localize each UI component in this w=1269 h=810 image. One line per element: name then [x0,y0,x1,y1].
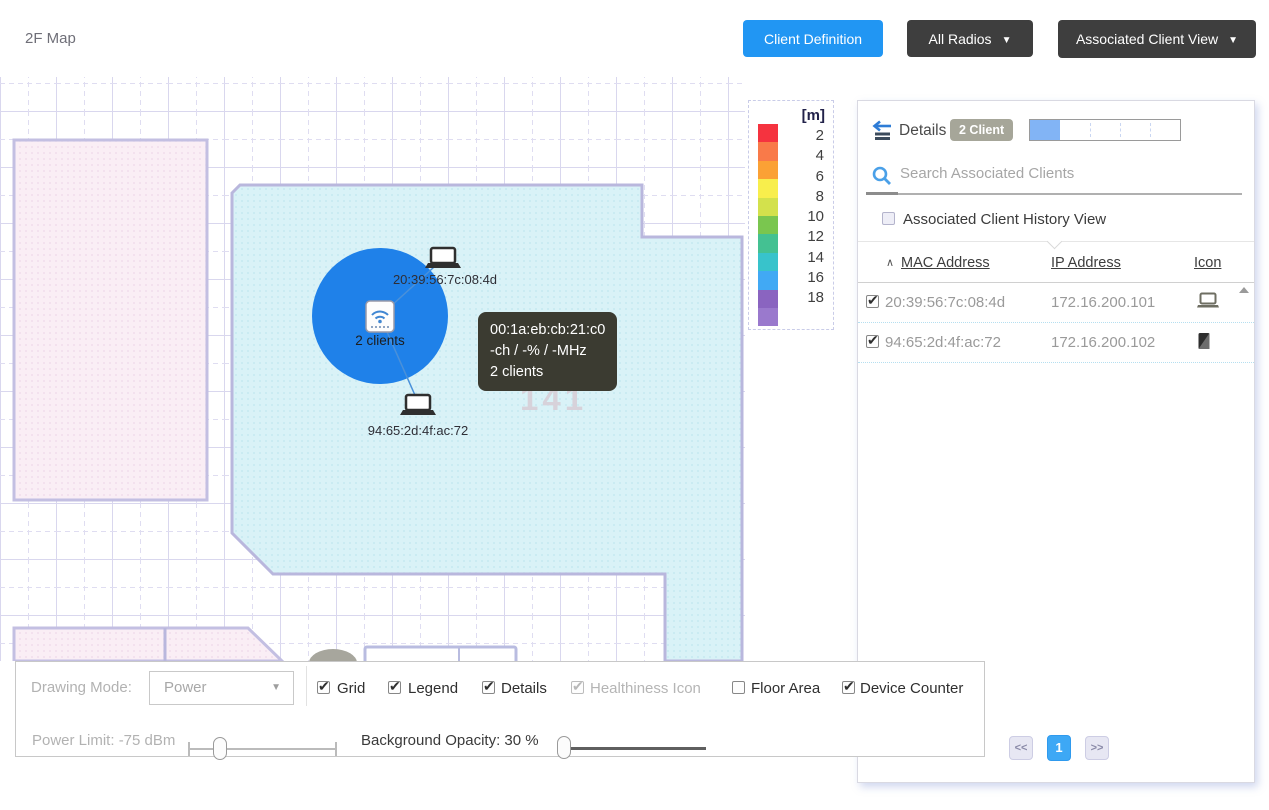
client-table-header: ∧ MAC Address IP Address Icon [858,247,1254,283]
drawing-mode-value: Power [164,679,207,696]
ap-tooltip-radio: -ch / -% / -MHz [490,341,605,362]
legend-checkbox[interactable] [388,681,401,694]
row-checkbox[interactable] [866,335,879,348]
distance-legend: [m] 24681012141618 [748,100,834,330]
search-row [858,161,1254,195]
search-associated-clients-input[interactable] [900,165,1230,182]
client-count-badge: 2 Client [950,119,1013,141]
power-limit-slider[interactable] [189,748,336,750]
search-icon [871,165,893,187]
associated-client-view-dropdown[interactable]: Associated Client View ▼ [1058,20,1256,58]
ap-tooltip-clients: 2 clients [490,362,605,383]
background-opacity-label: Background Opacity: 30 % [361,732,539,749]
ap-client-count-label: 2 clients [330,333,430,348]
history-view-label: Associated Client History View [903,211,1203,228]
pagination-next-button[interactable]: >> [1085,736,1109,760]
search-underline [866,193,1242,195]
map-options-toolbar: Drawing Mode: Power ▼ Grid Legend Detail… [15,661,985,757]
client-mac-label: 94:65:2d:4f:ac:72 [337,423,499,438]
all-radios-dropdown[interactable]: All Radios ▼ [907,20,1033,57]
grid-label: Grid [337,680,365,697]
table-scroll-up-arrow[interactable] [1239,287,1249,293]
progress-fill [1030,120,1060,140]
room-pink-left [14,140,207,500]
cell-ip: 172.16.200.102 [1051,334,1155,351]
healthiness-icon-checkbox [571,681,584,694]
app-root: 2F Map Client Definition All Radios ▼ Ass… [0,0,1269,810]
collapse-left-icon[interactable] [867,120,894,142]
cell-mac: 94:65:2d:4f:ac:72 [885,334,1001,351]
load-progressbar [1029,119,1181,141]
legend-label: Legend [408,680,458,697]
client-mac-label: 20:39:56:7c:08:4d [364,272,526,287]
room-pink-bottom [14,628,282,661]
all-radios-label: All Radios [929,31,992,47]
floor-area-label: Floor Area [751,680,820,697]
legend-color-scale [758,124,778,326]
power-limit-slider-handle[interactable] [213,737,227,760]
client-table-row[interactable]: 94:65:2d:4f:ac:72 172.16.200.102 [858,323,1254,363]
grid-checkbox[interactable] [317,681,330,694]
page-title: 2F Map [25,30,76,47]
cell-ip: 172.16.200.101 [1051,294,1155,311]
background-opacity-slider[interactable] [569,747,706,750]
chevron-down-icon: ▼ [1228,35,1238,46]
access-point-icon[interactable] [366,301,394,332]
legend-title: [m] [802,107,825,124]
details-checkbox[interactable] [482,681,495,694]
floor-plan-svg [0,55,745,661]
floor-map-canvas[interactable]: 141 20:39:56:7c:08:4d 94:65:2d:4f:ac:72 … [0,55,745,661]
room-small-bottom [365,647,516,661]
pagination-page-1-button[interactable]: 1 [1047,735,1071,761]
history-view-checkbox[interactable] [882,212,895,225]
phone-icon [1197,332,1211,354]
details-panel-header: Details 2 Client [858,101,1254,161]
column-header-icon[interactable]: Icon [1194,255,1221,271]
healthiness-icon-label: Healthiness Icon [590,680,701,697]
client-definition-button[interactable]: Client Definition [743,20,883,57]
details-title: Details [899,122,946,140]
drawing-mode-label: Drawing Mode: [31,679,132,696]
cell-mac: 20:39:56:7c:08:4d [885,294,1005,311]
row-checkbox[interactable] [866,295,879,308]
sort-asc-icon: ∧ [886,256,894,269]
chevron-down-icon: ▼ [271,682,281,693]
client-table-row[interactable]: 20:39:56:7c:08:4d 172.16.200.101 [858,283,1254,323]
device-counter-checkbox[interactable] [842,681,855,694]
background-opacity-slider-handle[interactable] [557,736,571,759]
column-header-mac[interactable]: MAC Address [901,255,990,271]
client-laptop-icon[interactable] [425,248,461,268]
ap-tooltip: 00:1a:eb:cb:21:c0 -ch / -% / -MHz 2 clie… [478,312,617,391]
legend-tick-labels: 24681012141618 [800,126,824,309]
client-laptop-icon[interactable] [400,395,436,415]
laptop-icon [1197,292,1219,313]
column-header-ip[interactable]: IP Address [1051,255,1121,271]
ap-tooltip-mac: 00:1a:eb:cb:21:c0 [490,320,605,341]
pagination-prev-button[interactable]: << [1009,736,1033,760]
chevron-down-icon: ▼ [1002,35,1012,46]
details-label: Details [501,680,547,697]
floor-area-checkbox[interactable] [732,681,745,694]
associated-client-view-label: Associated Client View [1076,31,1218,47]
drawing-mode-select[interactable]: Power ▼ [149,671,294,705]
device-counter-label: Device Counter [860,680,963,697]
power-limit-label: Power Limit: -75 dBm [32,732,175,749]
